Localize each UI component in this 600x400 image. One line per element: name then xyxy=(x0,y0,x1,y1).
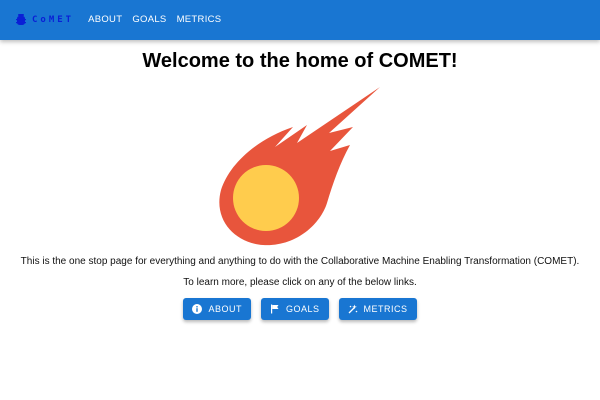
nav-goals-link[interactable]: GOALS xyxy=(132,0,166,40)
sparkles-icon xyxy=(348,304,357,314)
about-button-label: ABOUT xyxy=(208,304,242,314)
flag-icon xyxy=(271,304,279,314)
comet-icon xyxy=(219,87,380,246)
brand-name: CoMET xyxy=(32,15,75,25)
metrics-button-label: METRICS xyxy=(363,304,408,314)
info-icon xyxy=(192,304,203,314)
top-nav: ABOUT GOALS METRICS xyxy=(88,0,231,40)
comet-core xyxy=(233,165,299,231)
instruction-text: To learn more, please click on any of th… xyxy=(183,277,417,288)
page-title: Welcome to the home of COMET! xyxy=(142,50,458,72)
app-bar: CoMET ABOUT GOALS METRICS xyxy=(0,0,600,40)
description-text: This is the one stop page for everything… xyxy=(20,256,580,267)
about-button[interactable]: ABOUT xyxy=(183,298,251,320)
nav-about-link[interactable]: ABOUT xyxy=(88,0,122,40)
goals-button[interactable]: GOALS xyxy=(261,298,329,320)
bug-robot-icon xyxy=(16,14,26,25)
goals-button-label: GOALS xyxy=(286,304,320,314)
metrics-button[interactable]: METRICS xyxy=(338,298,417,320)
link-button-row: ABOUT GOALS METRICS xyxy=(0,298,600,320)
nav-metrics-link[interactable]: METRICS xyxy=(177,0,222,40)
brand[interactable]: CoMET xyxy=(16,0,74,40)
